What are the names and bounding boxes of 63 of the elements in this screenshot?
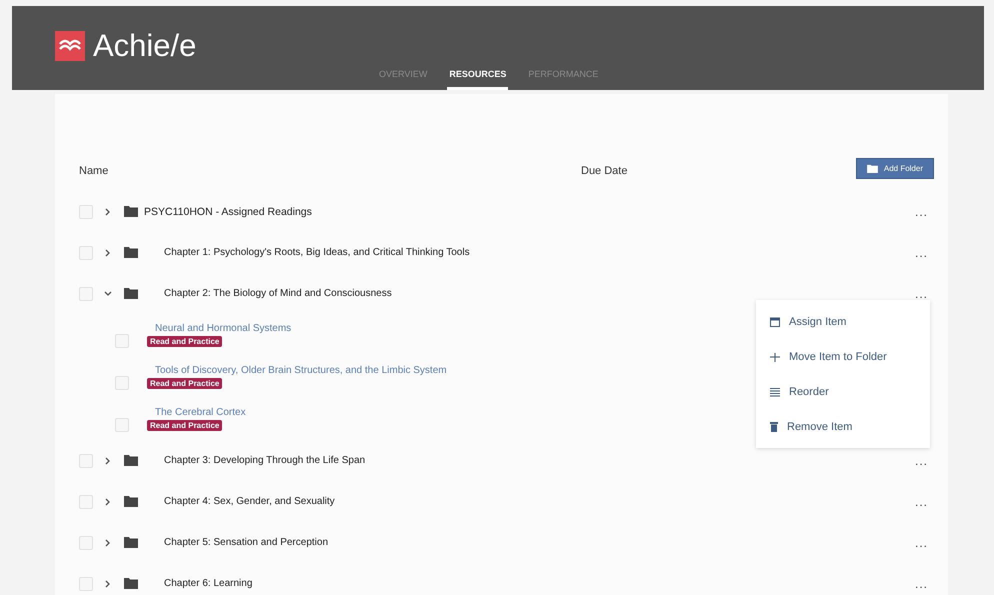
chevron-icon[interactable]: [104, 498, 112, 506]
folder-icon: [124, 288, 138, 299]
checkbox[interactable]: [115, 334, 129, 348]
more-options-button[interactable]: ...: [914, 286, 928, 300]
folder-title[interactable]: PSYC110HON - Assigned Readings: [144, 206, 312, 218]
menu-item-label: Reorder: [789, 386, 829, 398]
more-options-button[interactable]: ...: [914, 494, 928, 508]
chevron-icon[interactable]: [104, 580, 112, 588]
resource-tag: Read and Practice: [147, 420, 222, 431]
nav-tab[interactable]: RESOURCES: [447, 69, 508, 90]
checkbox[interactable]: [79, 246, 93, 260]
chevron-icon[interactable]: [104, 290, 112, 298]
folder-icon: [866, 164, 878, 173]
checkbox[interactable]: [79, 494, 93, 508]
folder-title[interactable]: Chapter 6: Learning: [164, 578, 252, 589]
folder-icon: [124, 578, 138, 589]
folder-title[interactable]: Chapter 4: Sex, Gender, and Sexuality: [164, 496, 335, 507]
chevron-icon[interactable]: [104, 248, 112, 256]
resource-link[interactable]: The Cerebral Cortex: [155, 407, 246, 418]
resource-tag: Read and Practice: [147, 378, 222, 389]
more-options-button[interactable]: ...: [914, 536, 928, 550]
column-header: Due Date: [581, 165, 628, 177]
calendar-icon: [770, 316, 780, 326]
resource-link[interactable]: Neural and Hormonal Systems: [155, 323, 292, 334]
checkbox[interactable]: [115, 418, 129, 432]
folder-title[interactable]: Chapter 3: Developing Through the Life Span: [164, 455, 366, 466]
folder-icon: [124, 247, 138, 258]
chevron-icon[interactable]: [104, 208, 112, 216]
chevron-icon[interactable]: [104, 538, 112, 546]
folder-title[interactable]: Chapter 1: Psychology's Roots, Big Ideas, and Critical Thinking Tools: [164, 247, 470, 258]
menu-item[interactable]: Remove Item: [756, 409, 930, 444]
column-header: Name: [79, 165, 110, 177]
move-icon: [770, 352, 780, 362]
checkbox[interactable]: [79, 576, 93, 590]
menu-item-label: Remove Item: [787, 420, 852, 432]
more-options-button[interactable]: ...: [914, 576, 928, 590]
logo-icon: [55, 31, 85, 61]
resource-link[interactable]: Tools of Discovery, Older Brain Structures, and the Limbic System: [155, 365, 447, 376]
resource-tag: Read and Practice: [147, 336, 222, 347]
checkbox[interactable]: [79, 204, 93, 218]
list-icon: [770, 386, 780, 396]
folder-icon: [124, 496, 138, 507]
folder-icon: [124, 455, 138, 466]
menu-item[interactable]: Reorder: [756, 374, 930, 409]
trash-icon: [770, 422, 778, 432]
menu-item[interactable]: Assign Item: [756, 304, 930, 339]
more-options-button[interactable]: ...: [914, 454, 928, 468]
folder-title[interactable]: Chapter 5: Sensation and Perception: [164, 537, 328, 548]
checkbox[interactable]: [79, 454, 93, 468]
checkbox[interactable]: [115, 376, 129, 390]
folder-icon: [124, 537, 138, 548]
checkbox[interactable]: [79, 286, 93, 300]
checkbox[interactable]: [79, 536, 93, 550]
menu-item[interactable]: Move Item to Folder: [756, 339, 930, 374]
folder-title[interactable]: Chapter 2: The Biology of Mind and Consciousness: [164, 288, 392, 299]
menu-item-label: Assign Item: [789, 316, 846, 328]
logo-text: Achie/e: [93, 28, 196, 64]
more-options-button[interactable]: ...: [914, 204, 928, 218]
chevron-icon[interactable]: [104, 456, 112, 464]
add-folder-button[interactable]: Add Folder: [856, 158, 934, 179]
more-options-button[interactable]: ...: [914, 246, 928, 260]
menu-item-label: Move Item to Folder: [789, 350, 887, 362]
folder-icon: [124, 206, 138, 217]
